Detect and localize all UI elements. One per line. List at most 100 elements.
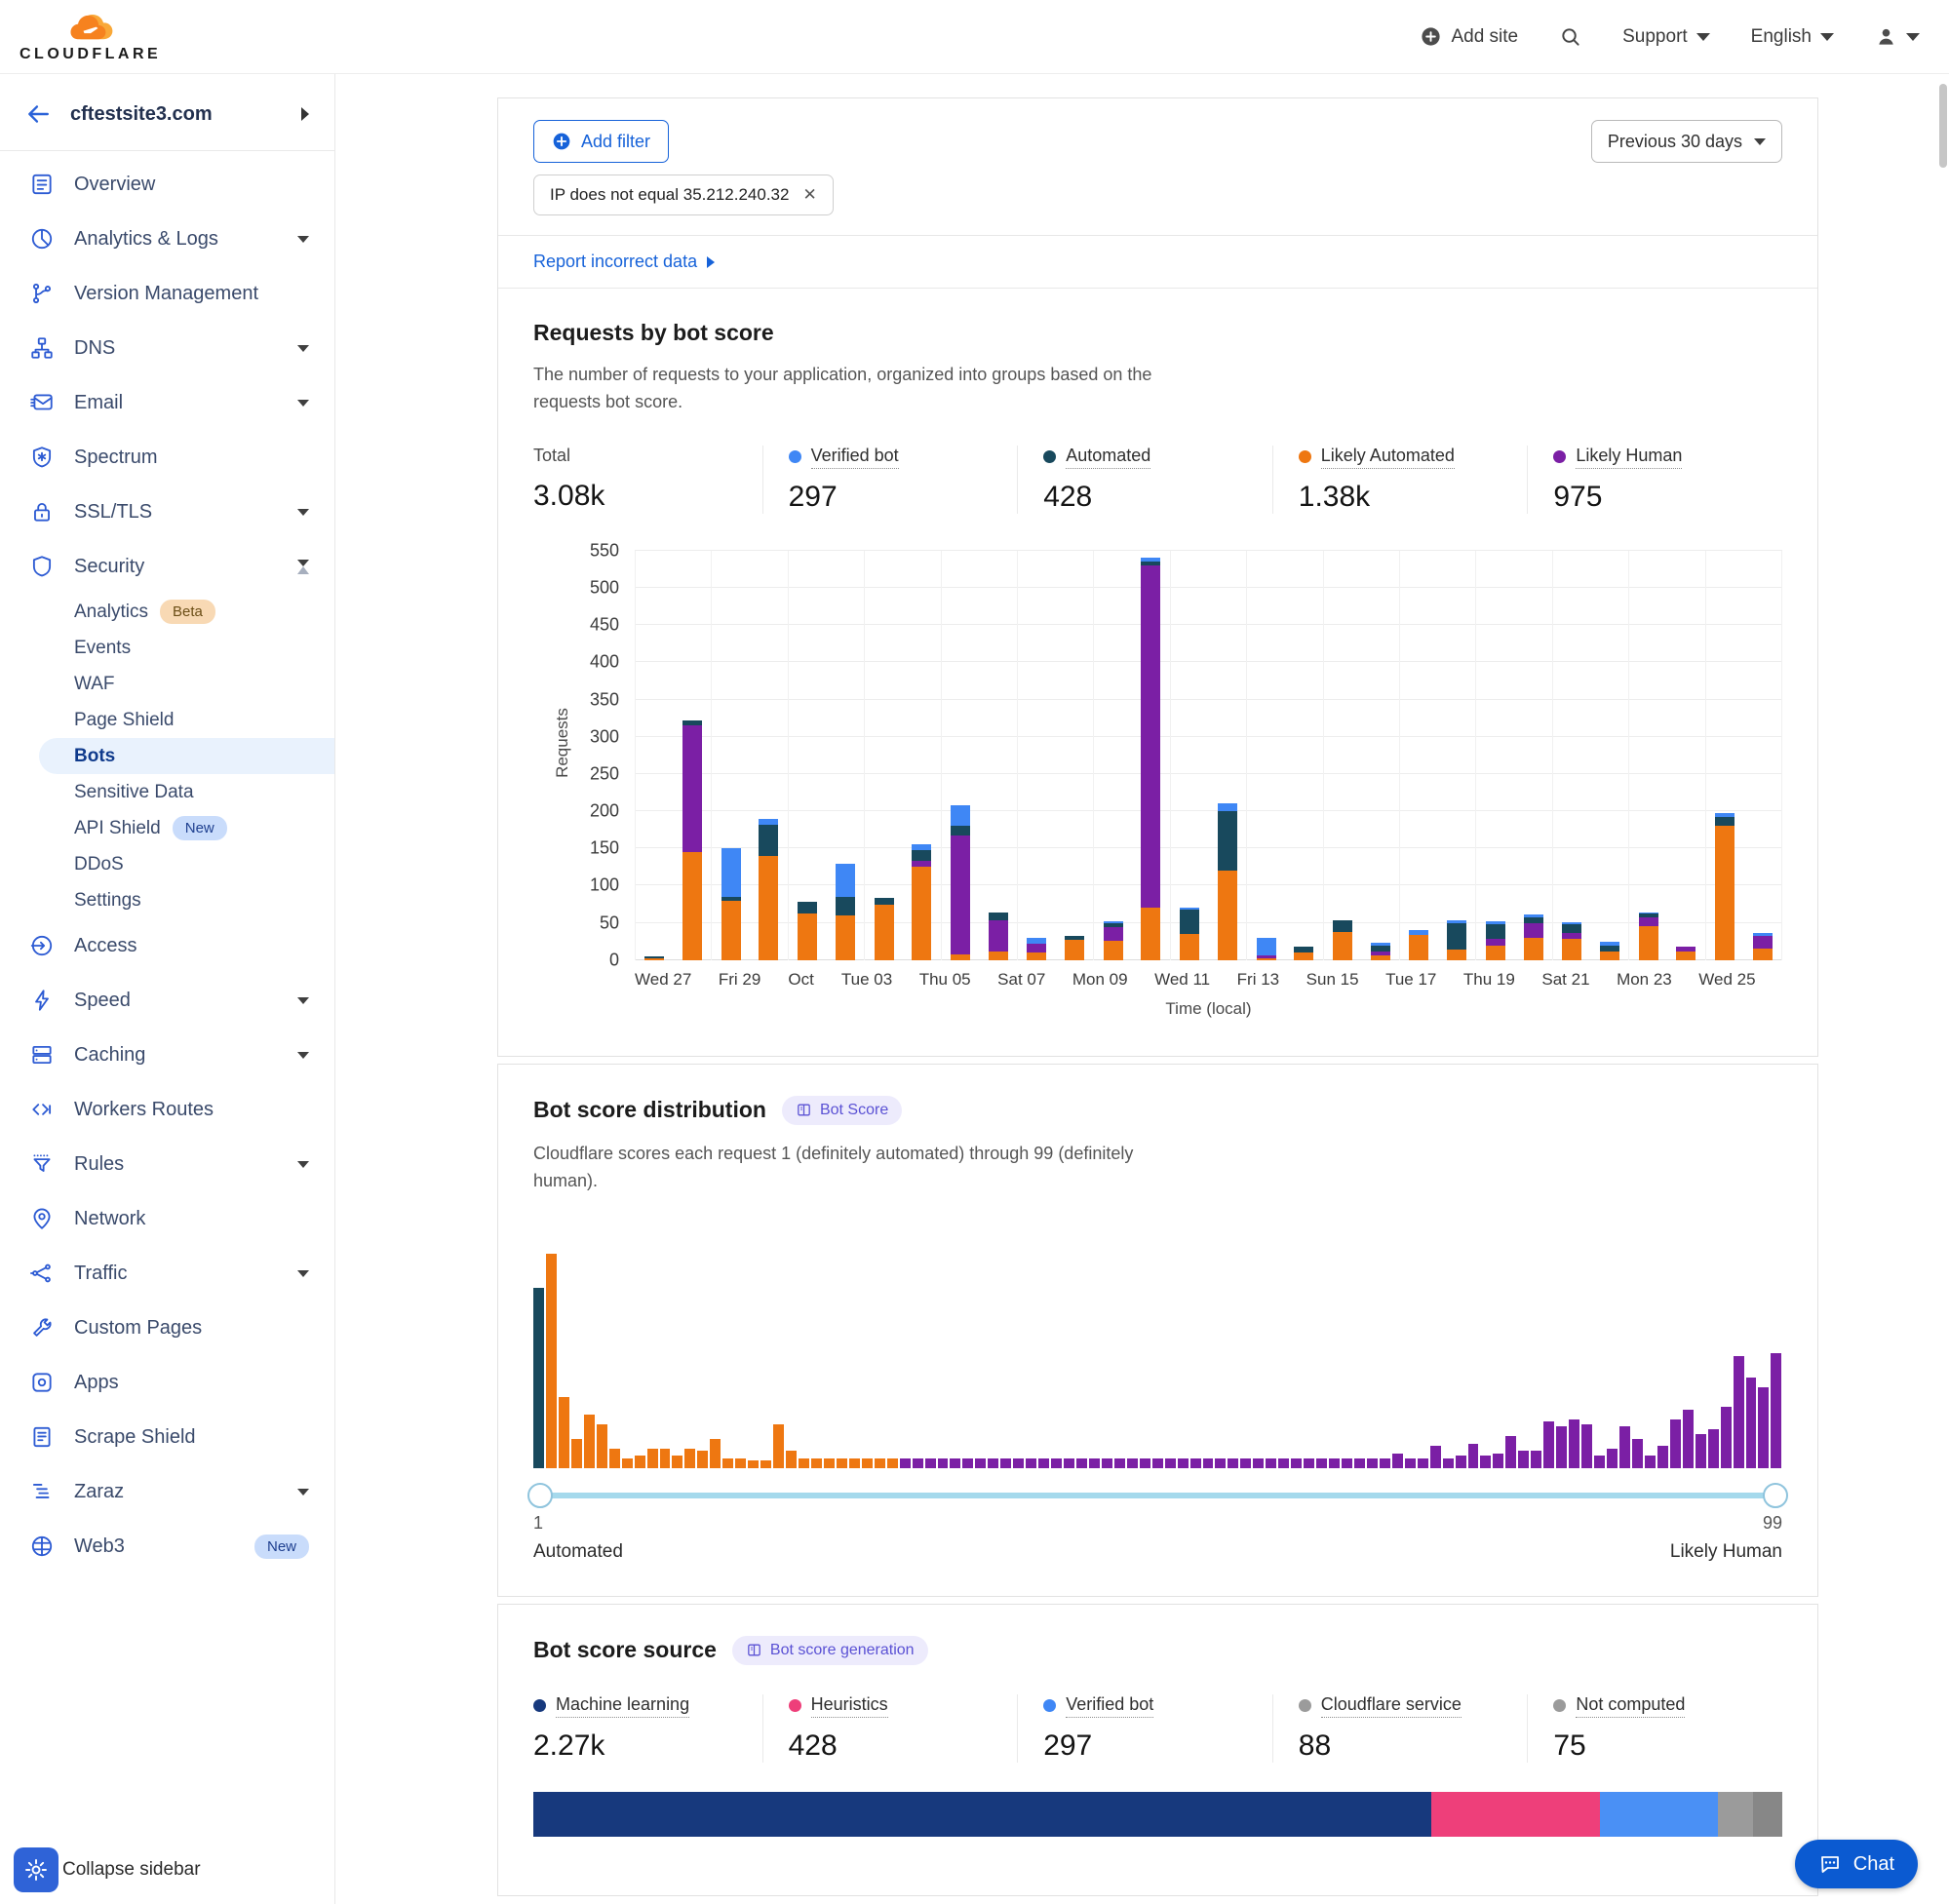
source-segment-cloudflare-service xyxy=(1718,1792,1753,1837)
cloudflare-logo: CLOUDFLARE xyxy=(19,12,161,62)
scrollbar-thumb[interactable] xyxy=(1939,84,1947,168)
sidebar-item-settings[interactable]: Settings xyxy=(0,882,334,918)
distribution-bar-score-33 xyxy=(938,1458,949,1468)
sidebar-item-ddos[interactable]: DDoS xyxy=(0,846,334,882)
add-site-button[interactable]: Add site xyxy=(1420,25,1518,48)
apps-icon xyxy=(29,1370,55,1395)
collapse-sidebar-button[interactable]: Collapse sidebar xyxy=(14,1847,201,1892)
sidebar-item-sensitive-data[interactable]: Sensitive Data xyxy=(0,774,334,810)
filter-chip[interactable]: IP does not equal 35.212.240.32 ✕ xyxy=(533,175,834,215)
stat-label[interactable]: Heuristics xyxy=(811,1694,888,1718)
stacked-bar-day-26 xyxy=(1600,942,1619,959)
distribution-bar-score-13 xyxy=(684,1449,695,1468)
account-menu[interactable] xyxy=(1875,25,1920,48)
stat-value: 75 xyxy=(1553,1729,1782,1763)
sidebar-item-web3[interactable]: Web3New xyxy=(0,1519,334,1574)
sidebar-item-workers-routes[interactable]: Workers Routes xyxy=(0,1082,334,1137)
zaraz-icon xyxy=(29,1479,55,1504)
stat-label[interactable]: Cloudflare service xyxy=(1321,1694,1462,1718)
slider-track[interactable] xyxy=(535,1493,1780,1498)
sidebar-item-speed[interactable]: Speed xyxy=(0,973,334,1028)
top-header: CLOUDFLARE Add site Support English xyxy=(0,0,1949,74)
search-icon xyxy=(1559,25,1581,48)
sidebar-item-traffic[interactable]: Traffic xyxy=(0,1246,334,1301)
slider-handle-max[interactable] xyxy=(1763,1483,1788,1508)
stat-label[interactable]: Machine learning xyxy=(556,1694,689,1718)
distribution-bar-score-64 xyxy=(1329,1458,1340,1468)
chevron-down-icon xyxy=(1696,33,1710,41)
stat-label[interactable]: Likely Human xyxy=(1576,446,1682,469)
distribution-bar-score-55 xyxy=(1215,1458,1226,1468)
close-icon[interactable]: ✕ xyxy=(802,185,816,205)
sidebar-item-access[interactable]: Access xyxy=(0,918,334,973)
chat-button[interactable]: Chat xyxy=(1795,1840,1918,1888)
bot-score-source-card: Bot score source Bot score generation Ma… xyxy=(497,1604,1818,1896)
add-filter-button[interactable]: Add filter xyxy=(533,120,669,163)
source-segment-verified-bot xyxy=(1600,1792,1717,1837)
sidebar-item-zaraz[interactable]: Zaraz xyxy=(0,1464,334,1519)
distribution-bar-score-29 xyxy=(887,1458,898,1468)
site-expand-icon[interactable] xyxy=(301,107,309,121)
search-button[interactable] xyxy=(1559,25,1581,48)
sidebar-item-analytics-logs[interactable]: Analytics & Logs xyxy=(0,212,334,266)
distribution-bar-score-99 xyxy=(1771,1353,1781,1468)
rules-icon xyxy=(29,1151,55,1177)
stat-label[interactable]: Verified bot xyxy=(811,446,899,469)
distribution-histogram xyxy=(533,1224,1782,1468)
sidebar-item-scrape-shield[interactable]: Scrape Shield xyxy=(0,1410,334,1464)
stat-value: 3.08k xyxy=(533,480,762,513)
distribution-bar-score-8 xyxy=(622,1458,633,1468)
distribution-bar-score-11 xyxy=(660,1449,671,1468)
distribution-bar-score-94 xyxy=(1708,1429,1719,1468)
chevron-down-icon xyxy=(297,236,309,243)
bot-score-badge[interactable]: Bot Score xyxy=(782,1096,902,1125)
sidebar-item-rules[interactable]: Rules xyxy=(0,1137,334,1191)
stat-cloudflare-service: Cloudflare service 88 xyxy=(1272,1694,1528,1763)
distribution-bar-score-48 xyxy=(1127,1458,1138,1468)
y-axis-title: Requests xyxy=(553,708,572,778)
language-menu[interactable]: English xyxy=(1751,26,1834,48)
time-range-dropdown[interactable]: Previous 30 days xyxy=(1591,120,1782,163)
sidebar-item-security-analytics[interactable]: AnalyticsBeta xyxy=(0,594,334,630)
bot-score-generation-badge[interactable]: Bot score generation xyxy=(732,1636,928,1665)
sidebar-item-waf[interactable]: WAF xyxy=(0,666,334,702)
distribution-bar-score-22 xyxy=(799,1458,809,1468)
distribution-bar-score-62 xyxy=(1304,1458,1314,1468)
legend-dot xyxy=(789,450,801,463)
sidebar-item-overview[interactable]: Overview xyxy=(0,157,334,212)
caching-icon xyxy=(29,1042,55,1068)
stat-value: 2.27k xyxy=(533,1729,762,1763)
sidebar-item-custom-pages[interactable]: Custom Pages xyxy=(0,1301,334,1355)
sidebar-item-network[interactable]: Network xyxy=(0,1191,334,1246)
section-title: Requests by bot score xyxy=(533,320,1782,346)
sidebar-item-api-shield[interactable]: API ShieldNew xyxy=(0,810,334,846)
sidebar-item-page-shield[interactable]: Page Shield xyxy=(0,702,334,738)
slider-handle-min[interactable] xyxy=(527,1483,553,1508)
distribution-bar-score-9 xyxy=(635,1456,645,1468)
distribution-bar-score-91 xyxy=(1670,1419,1681,1468)
back-arrow-icon[interactable] xyxy=(25,101,51,127)
stat-label[interactable]: Verified bot xyxy=(1066,1694,1153,1718)
new-badge: New xyxy=(173,816,227,840)
stat-label[interactable]: Not computed xyxy=(1576,1694,1685,1718)
sidebar-item-spectrum[interactable]: Spectrum xyxy=(0,430,334,485)
sidebar-item-security[interactable]: Security xyxy=(0,539,334,594)
stat-label[interactable]: Likely Automated xyxy=(1321,446,1455,469)
sidebar-item-caching[interactable]: Caching xyxy=(0,1028,334,1082)
sidebar-item-apps[interactable]: Apps xyxy=(0,1355,334,1410)
sidebar-item-bots[interactable]: Bots xyxy=(39,738,334,774)
stat-label[interactable]: Automated xyxy=(1066,446,1150,469)
stacked-bar-day-30 xyxy=(1753,933,1773,960)
sidebar-item-events[interactable]: Events xyxy=(0,630,334,666)
report-incorrect-data-link[interactable]: Report incorrect data xyxy=(533,252,715,272)
sidebar-item-email[interactable]: Email xyxy=(0,375,334,430)
stacked-bar-day-28 xyxy=(1676,947,1696,960)
sidebar-item-dns[interactable]: DNS xyxy=(0,321,334,375)
sidebar-item-ssl-tls[interactable]: SSL/TLS xyxy=(0,485,334,539)
sidebar-item-version-management[interactable]: Version Management xyxy=(0,266,334,321)
spectrum-icon xyxy=(29,445,55,470)
support-menu[interactable]: Support xyxy=(1622,26,1710,48)
stat-value: 428 xyxy=(1043,481,1272,514)
section-description: Cloudflare scores each request 1 (defini… xyxy=(533,1141,1196,1195)
section-title: Bot score source xyxy=(533,1637,717,1663)
